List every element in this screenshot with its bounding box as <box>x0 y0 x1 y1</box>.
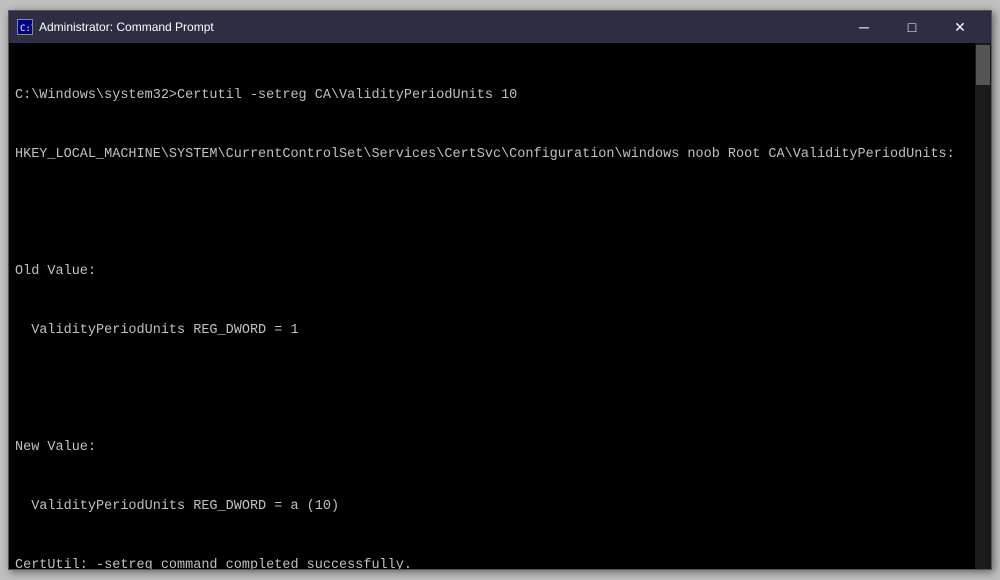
scrollbar[interactable] <box>975 43 991 569</box>
console-line-9: CertUtil: -setreg command completed succ… <box>15 556 985 569</box>
console-body[interactable]: C:\Windows\system32>Certutil -setreg CA\… <box>9 43 991 569</box>
cmd-window: C:\ Administrator: Command Prompt ─ □ ✕ … <box>8 10 992 570</box>
console-line-3 <box>15 204 985 224</box>
window-title: Administrator: Command Prompt <box>39 20 214 34</box>
console-line-1: C:\Windows\system32>Certutil -setreg CA\… <box>15 86 985 106</box>
console-output: C:\Windows\system32>Certutil -setreg CA\… <box>15 47 985 569</box>
title-bar: C:\ Administrator: Command Prompt ─ □ ✕ <box>9 11 991 43</box>
console-line-2: HKEY_LOCAL_MACHINE\SYSTEM\CurrentControl… <box>15 145 985 165</box>
close-button[interactable]: ✕ <box>937 11 983 43</box>
cmd-icon: C:\ <box>17 19 33 35</box>
console-line-5: ValidityPeriodUnits REG_DWORD = 1 <box>15 321 985 341</box>
console-line-8: ValidityPeriodUnits REG_DWORD = a (10) <box>15 497 985 517</box>
minimize-button[interactable]: ─ <box>841 11 887 43</box>
console-line-7: New Value: <box>15 438 985 458</box>
console-line-4: Old Value: <box>15 262 985 282</box>
console-line-6 <box>15 380 985 400</box>
maximize-button[interactable]: □ <box>889 11 935 43</box>
svg-text:C:\: C:\ <box>20 24 32 34</box>
title-bar-controls: ─ □ ✕ <box>841 11 983 43</box>
title-bar-left: C:\ Administrator: Command Prompt <box>17 19 214 35</box>
scrollbar-thumb[interactable] <box>976 45 990 85</box>
